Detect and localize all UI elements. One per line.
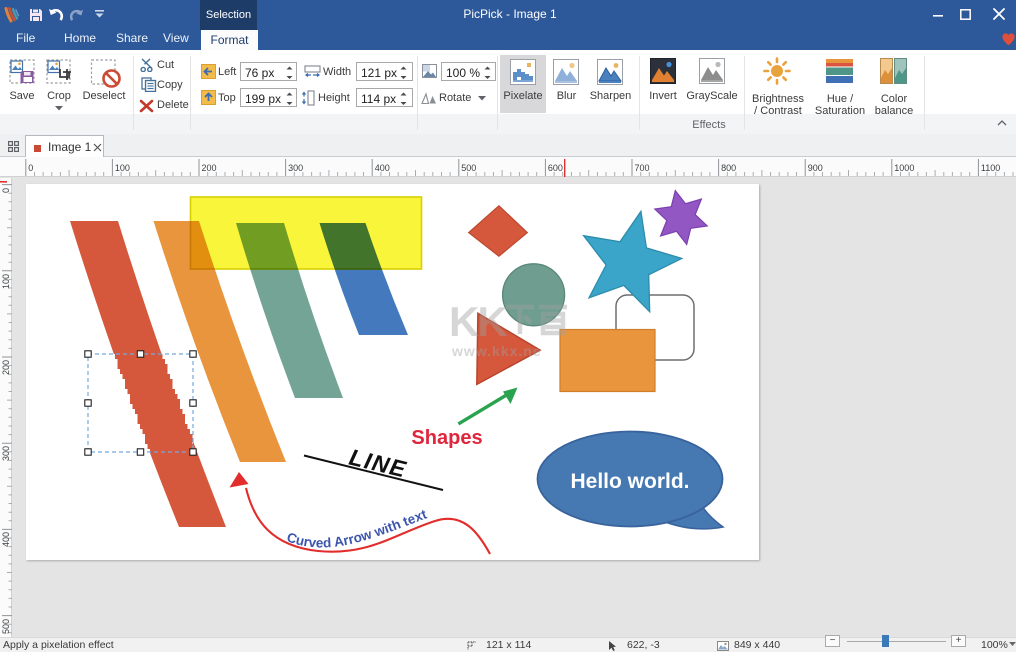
svg-text:400: 400 xyxy=(1,532,11,547)
svg-text:700: 700 xyxy=(635,163,650,173)
svg-text:1100: 1100 xyxy=(981,163,1000,173)
svg-text:100: 100 xyxy=(1,274,11,289)
svg-text:300: 300 xyxy=(288,163,303,173)
svg-text:100: 100 xyxy=(115,163,130,173)
svg-text:200: 200 xyxy=(202,163,217,173)
svg-text:800: 800 xyxy=(721,163,736,173)
svg-text:400: 400 xyxy=(375,163,390,173)
svg-text:200: 200 xyxy=(1,360,11,375)
svg-text:LINE: LINE xyxy=(347,444,410,483)
svg-text:600: 600 xyxy=(548,163,563,173)
svg-text:900: 900 xyxy=(808,163,823,173)
svg-text:Curved Arrow with text: Curved Arrow with text xyxy=(285,506,429,550)
svg-text:500: 500 xyxy=(1,619,11,634)
svg-text:Hello world.: Hello world. xyxy=(570,470,689,493)
svg-text:KK: KK xyxy=(449,298,507,345)
svg-text:0: 0 xyxy=(28,163,33,173)
svg-text:300: 300 xyxy=(1,446,11,461)
svg-text:1000: 1000 xyxy=(894,163,914,173)
svg-text:Shapes: Shapes xyxy=(411,427,482,449)
svg-text:500: 500 xyxy=(461,163,476,173)
svg-text:0: 0 xyxy=(1,188,11,193)
svg-text:www.kkx.ne: www.kkx.ne xyxy=(451,343,542,359)
